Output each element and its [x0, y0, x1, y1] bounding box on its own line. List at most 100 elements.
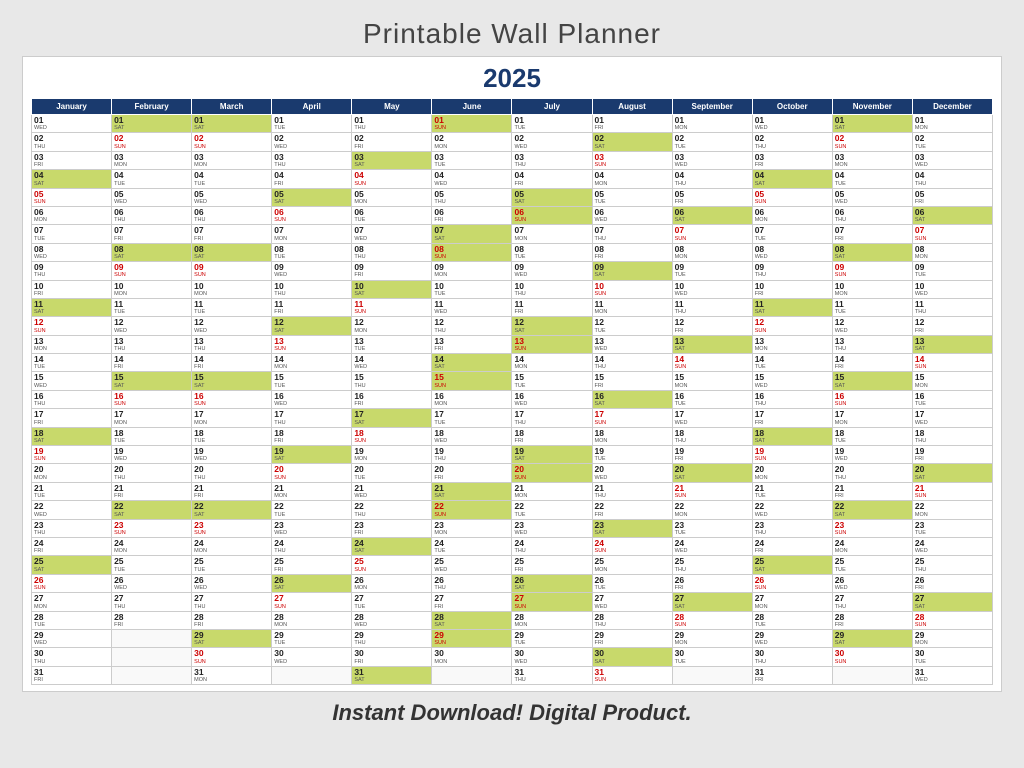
day-number: 17	[675, 410, 750, 419]
day-name: TUE	[514, 512, 589, 518]
day-cell: 18SAT	[752, 427, 832, 445]
day-cell: 29WED	[32, 629, 112, 647]
day-cell: 22SAT	[112, 501, 192, 519]
day-number: 06	[274, 208, 349, 217]
day-number: 24	[755, 539, 830, 548]
day-cell: 09SAT	[592, 262, 672, 280]
day-number: 21	[835, 484, 910, 493]
day-cell: 28WED	[352, 611, 432, 629]
day-number: 05	[915, 190, 990, 199]
day-name: SUN	[915, 493, 990, 499]
day-cell: 24MON	[112, 537, 192, 555]
day-number: 14	[34, 355, 109, 364]
day-number: 20	[755, 465, 830, 474]
day-name: TUE	[434, 291, 509, 297]
day-number: 26	[34, 576, 109, 585]
day-number: 26	[675, 576, 750, 585]
table-row: 08WED08SAT08SAT08TUE08THU08SUN08TUE08FRI…	[32, 243, 993, 261]
day-number: 03	[274, 153, 349, 162]
day-name: TUE	[194, 438, 269, 444]
day-name: SAT	[675, 475, 750, 481]
table-row: 31FRI31MON31SAT31THU31SUN31FRI31WED	[32, 666, 993, 684]
day-number: 27	[434, 594, 509, 603]
day-name: SAT	[835, 254, 910, 260]
day-number: 10	[434, 282, 509, 291]
day-name: SAT	[354, 677, 429, 683]
day-cell: 20MON	[32, 464, 112, 482]
day-name: FRI	[595, 383, 670, 389]
day-cell: 05FRI	[912, 188, 992, 206]
day-cell: 29MON	[912, 629, 992, 647]
day-name: SAT	[835, 640, 910, 646]
day-name: THU	[915, 309, 990, 315]
day-cell: 24THU	[272, 537, 352, 555]
table-row: 04SAT04TUE04TUE04FRI04SUN04WED04FRI04MON…	[32, 170, 993, 188]
day-number: 19	[114, 447, 189, 456]
day-number: 09	[274, 263, 349, 272]
day-number: 14	[114, 355, 189, 364]
day-cell: 07MON	[512, 225, 592, 243]
day-cell: 12WED	[112, 317, 192, 335]
day-name: MON	[675, 254, 750, 260]
day-cell: 30THU	[32, 648, 112, 666]
day-name: SUN	[595, 291, 670, 297]
day-cell: 15SAT	[192, 372, 272, 390]
day-number: 05	[194, 190, 269, 199]
day-cell: 24MON	[832, 537, 912, 555]
day-number: 29	[915, 631, 990, 640]
day-number: 12	[755, 318, 830, 327]
day-name: SAT	[274, 199, 349, 205]
day-name: SUN	[595, 677, 670, 683]
day-cell: 08THU	[352, 243, 432, 261]
day-name: WED	[595, 475, 670, 481]
day-cell: 15FRI	[592, 372, 672, 390]
day-name: THU	[514, 677, 589, 683]
day-name: THU	[915, 181, 990, 187]
day-number: 16	[755, 392, 830, 401]
day-name: THU	[434, 456, 509, 462]
day-name: MON	[34, 475, 109, 481]
day-cell: 18THU	[912, 427, 992, 445]
day-cell: 06MON	[32, 206, 112, 224]
day-cell: 02THU	[32, 133, 112, 151]
day-cell: 28THU	[592, 611, 672, 629]
day-name: SAT	[835, 125, 910, 131]
day-name: WED	[114, 328, 189, 334]
month-header-september: September	[672, 99, 752, 115]
day-number: 30	[434, 649, 509, 658]
day-number: 24	[835, 539, 910, 548]
day-cell: 09MON	[432, 262, 512, 280]
day-cell: 15WED	[32, 372, 112, 390]
day-cell: 17SAT	[352, 409, 432, 427]
day-number: 14	[194, 355, 269, 364]
day-number: 16	[675, 392, 750, 401]
day-cell: 22MON	[672, 501, 752, 519]
day-name: THU	[835, 346, 910, 352]
day-name: SUN	[274, 604, 349, 610]
day-name: SUN	[354, 438, 429, 444]
day-cell: 19MON	[352, 446, 432, 464]
day-number: 18	[354, 429, 429, 438]
day-number: 19	[595, 447, 670, 456]
day-cell: 22SAT	[192, 501, 272, 519]
month-header-february: February	[112, 99, 192, 115]
day-name: WED	[755, 512, 830, 518]
day-number: 12	[835, 318, 910, 327]
day-number: 21	[514, 484, 589, 493]
day-cell: 12SAT	[512, 317, 592, 335]
day-cell: 24SUN	[592, 537, 672, 555]
day-number: 23	[595, 521, 670, 530]
day-name: FRI	[114, 493, 189, 499]
day-name: MON	[274, 364, 349, 370]
day-number: 04	[595, 171, 670, 180]
day-cell: 21SAT	[432, 482, 512, 500]
day-name: TUE	[835, 181, 910, 187]
day-name: SUN	[514, 217, 589, 223]
day-cell: 21THU	[592, 482, 672, 500]
day-name: SAT	[434, 364, 509, 370]
day-number: 17	[274, 410, 349, 419]
day-number: 10	[835, 282, 910, 291]
day-name: TUE	[354, 604, 429, 610]
day-number: 05	[434, 190, 509, 199]
day-cell: 30THU	[752, 648, 832, 666]
